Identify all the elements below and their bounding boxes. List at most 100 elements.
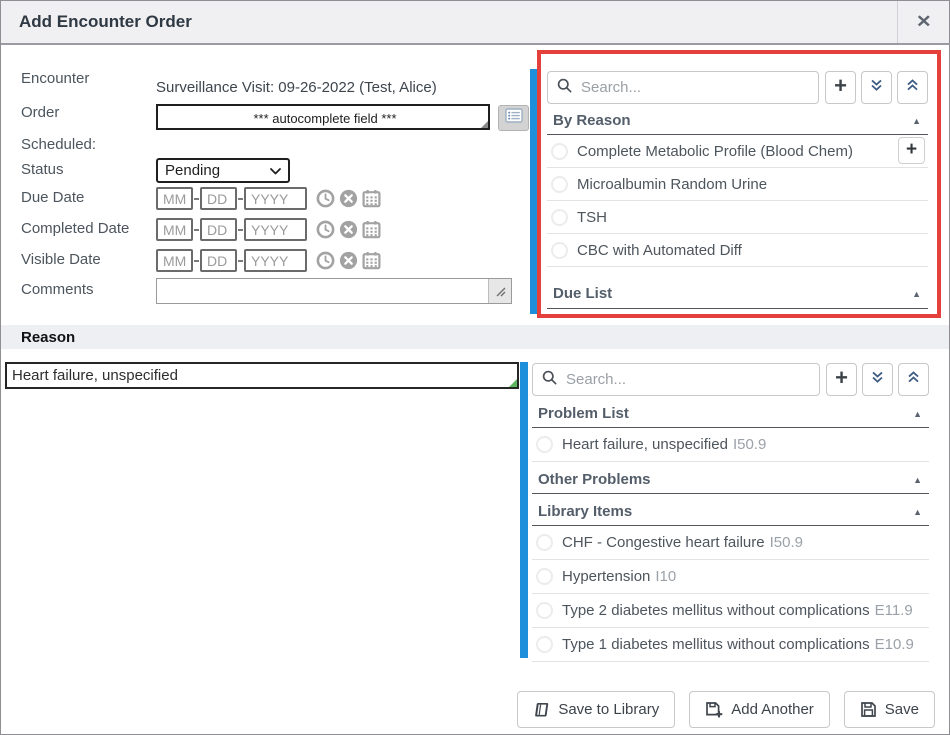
diagnosis-code: I50.9 xyxy=(770,534,803,551)
add-encounter-order-dialog: Add Encounter Order ✕ Encounter Order Sc… xyxy=(0,0,950,735)
order-item-label: Complete Metabolic Profile (Blood Chem) xyxy=(577,143,853,160)
reason-item[interactable]: Type 2 diabetes mellitus without complic… xyxy=(532,594,929,628)
clock-icon[interactable] xyxy=(316,189,335,208)
comments-input[interactable] xyxy=(157,279,488,303)
reason-section-header: Reason xyxy=(1,325,950,349)
radio-icon[interactable] xyxy=(551,242,568,259)
accordion-header-problem-list[interactable]: Problem List ▲ xyxy=(532,400,929,428)
diagnosis-code: I50.9 xyxy=(733,436,766,453)
reason-item[interactable]: Type 1 diabetes mellitus without complic… xyxy=(532,628,929,662)
reason-field-wrap xyxy=(5,362,519,389)
completed-date-row xyxy=(156,218,381,241)
due-date-row xyxy=(156,187,381,210)
reason-picker-list: Problem List ▲ Heart failure, unspecifie… xyxy=(532,400,929,662)
radio-icon[interactable] xyxy=(551,143,568,160)
radio-icon[interactable] xyxy=(551,176,568,193)
close-icon: ✕ xyxy=(916,12,931,33)
order-autocomplete-input[interactable] xyxy=(158,106,492,130)
calendar-icon[interactable] xyxy=(362,189,381,208)
clear-date-icon[interactable] xyxy=(339,220,358,239)
radio-icon[interactable] xyxy=(536,602,553,619)
accent-bar xyxy=(520,362,528,658)
accordion-header-by-reason[interactable]: By Reason ▲ xyxy=(547,107,928,135)
reason-autocomplete-input[interactable] xyxy=(7,364,510,387)
collapse-all-button[interactable] xyxy=(897,71,928,104)
footer-actions: Save to Library Add Another Save xyxy=(517,691,935,728)
reason-item-label: Hypertension xyxy=(562,568,650,585)
calendar-icon[interactable] xyxy=(362,251,381,270)
visible-date-month-input[interactable] xyxy=(156,249,193,272)
calendar-icon[interactable] xyxy=(362,220,381,239)
accordion-title: Problem List xyxy=(538,405,629,422)
book-icon xyxy=(533,702,550,718)
status-select[interactable]: Pending xyxy=(156,158,290,183)
clock-icon[interactable] xyxy=(316,251,335,270)
due-date-month-input[interactable] xyxy=(156,187,193,210)
accordion-header-library-items[interactable]: Library Items ▲ xyxy=(532,498,929,526)
order-item[interactable]: CBC with Automated Diff xyxy=(547,234,928,267)
close-button[interactable]: ✕ xyxy=(897,1,949,43)
order-search-input[interactable] xyxy=(579,78,809,97)
encounter-value: Surveillance Visit: 09-26-2022 (Test, Al… xyxy=(156,79,437,96)
search-icon xyxy=(557,78,572,98)
visible-date-label: Visible Date xyxy=(21,251,101,268)
resize-grip-icon[interactable] xyxy=(488,279,511,303)
reason-search-box xyxy=(532,363,820,396)
reason-item[interactable]: Hypertension I10 xyxy=(532,560,929,594)
reason-item[interactable]: CHF - Congestive heart failure I50.9 xyxy=(532,526,929,560)
chevron-down-icon xyxy=(270,162,281,179)
plus-icon: + xyxy=(835,365,848,391)
order-item-label: Microalbumin Random Urine xyxy=(577,176,767,193)
visible-date-year-input[interactable] xyxy=(244,249,307,272)
visible-date-row xyxy=(156,249,381,272)
radio-icon[interactable] xyxy=(536,568,553,585)
reason-item-label: Type 2 diabetes mellitus without complic… xyxy=(562,602,870,619)
radio-icon[interactable] xyxy=(536,636,553,653)
order-picker-list: By Reason ▲ Complete Metabolic Profile (… xyxy=(547,107,928,309)
completed-date-label: Completed Date xyxy=(21,220,129,237)
order-field-wrap xyxy=(156,104,490,130)
completed-date-day-input[interactable] xyxy=(200,218,237,241)
due-date-day-input[interactable] xyxy=(200,187,237,210)
reason-item[interactable]: Heart failure, unspecified I50.9 xyxy=(532,428,929,462)
accent-bar xyxy=(530,69,538,314)
radio-icon[interactable] xyxy=(536,534,553,551)
order-item-label: CBC with Automated Diff xyxy=(577,242,742,259)
visible-date-day-input[interactable] xyxy=(200,249,237,272)
add-this-order-button[interactable]: + xyxy=(898,137,925,164)
resize-grip-icon xyxy=(481,121,488,128)
order-lookup-button[interactable] xyxy=(498,105,529,131)
status-value: Pending xyxy=(165,162,220,179)
order-item[interactable]: Microalbumin Random Urine xyxy=(547,168,928,201)
save-to-library-button[interactable]: Save to Library xyxy=(517,691,675,728)
save-button[interactable]: Save xyxy=(844,691,935,728)
accordion-title: Library Items xyxy=(538,503,632,520)
radio-icon[interactable] xyxy=(551,209,568,226)
expand-all-button[interactable] xyxy=(862,363,893,396)
collapse-all-button[interactable] xyxy=(898,363,929,396)
date-separator xyxy=(238,229,243,231)
clear-date-icon[interactable] xyxy=(339,251,358,270)
completed-date-year-input[interactable] xyxy=(244,218,307,241)
accordion-header-other-problems[interactable]: Other Problems ▲ xyxy=(532,466,929,494)
list-icon xyxy=(505,108,523,128)
add-order-button[interactable]: + xyxy=(825,71,856,104)
order-item[interactable]: Complete Metabolic Profile (Blood Chem) … xyxy=(547,135,928,168)
accordion-header-due-list[interactable]: Due List ▲ xyxy=(547,279,928,309)
due-date-year-input[interactable] xyxy=(244,187,307,210)
add-reason-button[interactable]: + xyxy=(826,363,857,396)
expand-all-button[interactable] xyxy=(861,71,892,104)
clock-icon[interactable] xyxy=(316,220,335,239)
double-chevron-up-icon xyxy=(905,78,920,98)
clear-date-icon[interactable] xyxy=(339,189,358,208)
order-item[interactable]: TSH xyxy=(547,201,928,234)
reason-item-label: Type 1 diabetes mellitus without complic… xyxy=(562,636,870,653)
plus-icon: + xyxy=(834,73,847,99)
radio-icon[interactable] xyxy=(536,436,553,453)
reason-search-input[interactable] xyxy=(564,370,810,389)
add-another-button[interactable]: Add Another xyxy=(689,691,830,728)
completed-date-month-input[interactable] xyxy=(156,218,193,241)
caret-up-icon: ▲ xyxy=(912,116,921,126)
reason-item-label: Heart failure, unspecified xyxy=(562,436,728,453)
order-item-label: TSH xyxy=(577,209,607,226)
